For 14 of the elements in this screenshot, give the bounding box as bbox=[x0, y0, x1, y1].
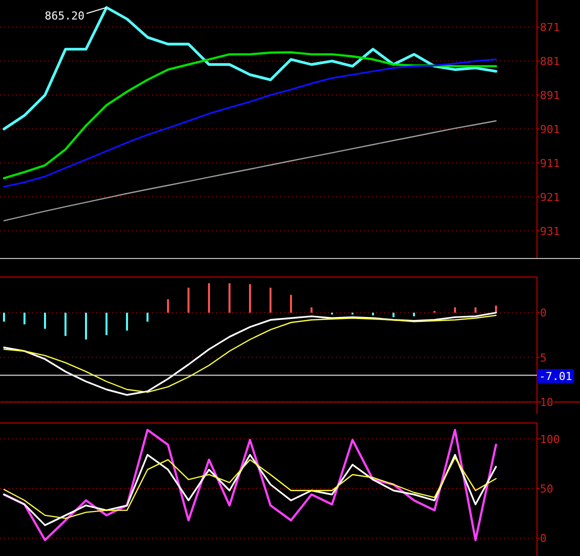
axis-tick-label: 100 bbox=[540, 432, 560, 446]
axis-tick-label: 911 bbox=[540, 156, 560, 170]
axis-tick-label: 5 bbox=[540, 351, 547, 364]
axis-tick-label: 921 bbox=[540, 190, 560, 204]
axis-tick-label: 0 bbox=[540, 306, 547, 320]
axis-tick-label: 931 bbox=[540, 224, 560, 238]
value-label: -7.01 bbox=[537, 369, 574, 384]
axis-tick-label: 871 bbox=[540, 21, 560, 34]
axis-tick-label: 50 bbox=[540, 482, 554, 496]
axis-tick-label: 891 bbox=[540, 89, 560, 102]
axis-tick-label: 901 bbox=[540, 123, 560, 136]
axis-tick-label: 0 bbox=[540, 532, 547, 546]
axis-tick-label: 881 bbox=[540, 55, 560, 68]
price-label: 865.20 bbox=[44, 9, 84, 22]
